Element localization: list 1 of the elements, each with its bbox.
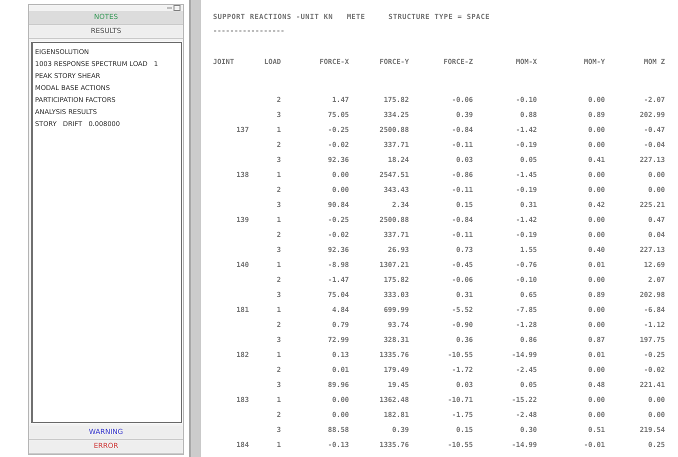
window-controls-icon[interactable]: [167, 5, 181, 11]
